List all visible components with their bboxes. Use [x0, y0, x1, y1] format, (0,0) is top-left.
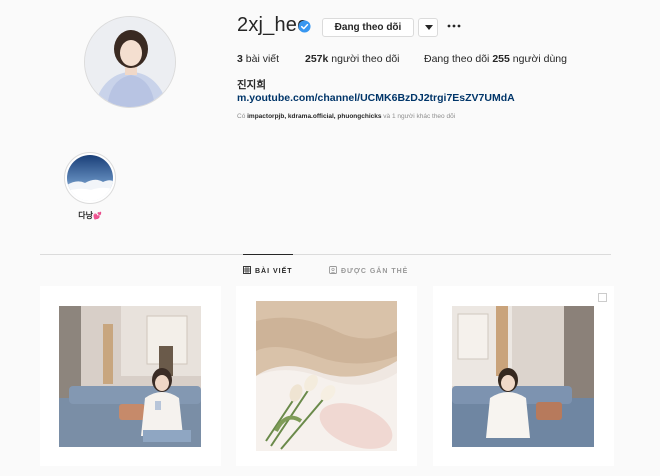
- story-highlight-cover[interactable]: [67, 155, 113, 201]
- caret-down-icon: [425, 25, 433, 30]
- verified-badge-icon: [298, 20, 311, 33]
- active-tab-indicator: [243, 254, 293, 255]
- post-tile[interactable]: [40, 286, 221, 466]
- followers-count: 257k: [305, 53, 329, 65]
- followed-by-text[interactable]: Có impactorpjb, kdrama.official, phuongc…: [237, 113, 455, 120]
- following-stat[interactable]: Đang theo dõi 255 người dùng: [424, 53, 567, 65]
- tag-icon: [329, 266, 337, 274]
- grid-icon: [243, 266, 251, 274]
- post-girl-on-sofa-smiling: [452, 306, 594, 447]
- post-tile[interactable]: [433, 286, 614, 466]
- tab-posts[interactable]: BÀI VIẾT: [243, 266, 293, 275]
- tab-tagged[interactable]: ĐƯỢC GẮN THẺ: [329, 266, 408, 275]
- tab-posts-label: BÀI VIẾT: [255, 268, 293, 275]
- website-link[interactable]: m.youtube.com/channel/UCMK6BzDJ2trgi7EsZ…: [237, 92, 515, 104]
- posts-count-stat: 3 bài viết: [237, 53, 279, 65]
- profile-avatar[interactable]: [84, 16, 176, 108]
- following-count: 255: [492, 53, 510, 65]
- post-tile[interactable]: [236, 286, 417, 466]
- followed-by-suffix: và 1 người khác theo dõi: [381, 113, 456, 120]
- full-name: 진지희: [237, 79, 266, 91]
- tab-tagged-label: ĐƯỢC GẮN THẺ: [341, 268, 409, 275]
- following-prefix: Đang theo dõi: [424, 53, 493, 65]
- suggestions-dropdown-button[interactable]: [418, 18, 438, 37]
- followed-by-prefix: Có: [237, 113, 248, 120]
- post-tulips-fabric: [256, 301, 397, 451]
- following-label: người dùng: [509, 53, 567, 65]
- multiple-photos-icon: [598, 293, 607, 302]
- more-options-icon[interactable]: [446, 18, 462, 34]
- heart-emoji: 💕: [93, 213, 102, 220]
- post-girl-on-sofa-phone: [59, 306, 201, 447]
- tabs-divider: [40, 254, 611, 255]
- following-button[interactable]: Đang theo dõi: [322, 18, 414, 37]
- followers-stat[interactable]: 257k người theo dõi: [305, 53, 400, 65]
- followed-by-users: impactorpjb, kdrama.official, phuongchic…: [247, 113, 382, 120]
- story-highlight-label: 다낭💕: [60, 210, 120, 221]
- followers-label: người theo dõi: [328, 53, 400, 65]
- story-highlight-title: 다낭: [78, 211, 93, 220]
- posts-label: bài viết: [242, 53, 280, 65]
